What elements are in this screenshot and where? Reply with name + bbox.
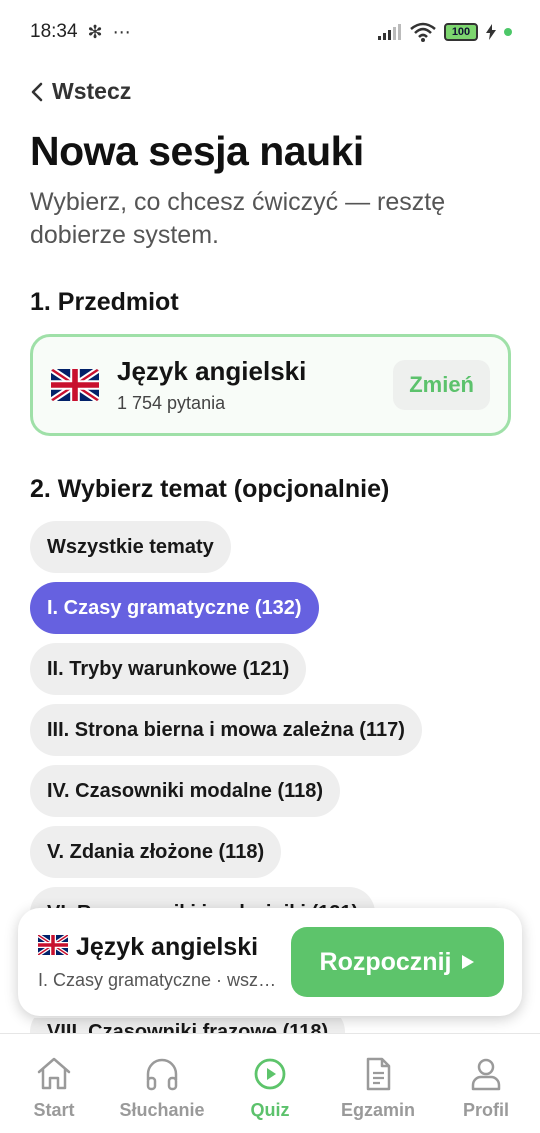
status-right: 100 [378,22,512,42]
person-icon [471,1058,501,1091]
privacy-dot [504,28,512,36]
status-left: 18:34 ✻ ⋯ [30,21,131,43]
play-icon [462,955,475,969]
back-label: Wstecz [52,78,132,104]
topic-section-label: 2. Wybierz temat (opcjonalnie) [30,475,390,503]
nav-item-listening[interactable]: Słuchanie [108,1054,216,1121]
charging-icon [486,24,496,40]
start-session-card: Język angielski I. Czasy gramatyczne · w… [18,908,522,1016]
nav-label-profile: Profil [462,1100,509,1120]
headphones-icon [146,1058,178,1091]
nav-label-quiz: Quiz [250,1100,290,1120]
wifi-icon [410,22,436,42]
start-button[interactable]: Rozpocznij [291,927,504,997]
subject-question-count: 1 754 pytania [117,393,226,413]
nav-item-exam[interactable]: Egzamin [324,1054,432,1121]
start-button-label: Rozpocznij [319,947,452,976]
start-info: Język angielski I. Czasy gramatyczne · w… [36,933,291,991]
subject-name: Język angielski [117,356,307,386]
nav-label-listening: Słuchanie [119,1100,205,1120]
status-time: 18:34 [30,21,78,42]
page-title: Nowa sesja nauki [30,128,364,174]
signal-icon [378,24,401,40]
subject-card[interactable]: Język angielski 1 754 pytania Zmień [30,334,511,436]
document-icon [366,1057,391,1091]
play-circle-icon [254,1058,286,1090]
topic-chip-conditionals[interactable]: II. Tryby warunkowe (121) [30,643,307,695]
more-notifications-icon: ⋯ [112,21,131,42]
start-subject-name: Język angielski [76,933,259,961]
nav-item-profile[interactable]: Profil [432,1054,540,1121]
change-subject-button[interactable]: Zmień [393,360,490,410]
status-bar: 18:34 ✻ ⋯ 100 [0,0,540,64]
subject-info: Język angielski 1 754 pytania [117,356,393,414]
topic-chip-passive[interactable]: III. Strona bierna i mowa zależna (117) [30,704,422,756]
slack-icon: ✻ [87,21,103,42]
nav-item-quiz[interactable]: Quiz [216,1054,324,1121]
nav-label-start: Start [33,1100,75,1120]
page-subtitle: Wybierz, co chcesz ćwiczyć — resztę dobi… [30,188,446,249]
start-title-row: Język angielski [36,933,291,962]
battery-icon: 100 [444,23,478,41]
topic-chip-modals[interactable]: IV. Czasowniki modalne (118) [30,765,341,817]
topic-chip-list: Wszystkie tematy I. Czasy gramatyczne (1… [30,521,520,948]
subject-section-label: 1. Przedmiot [30,288,179,316]
topic-chip-complex-sentences[interactable]: V. Zdania złożone (118) [30,826,282,878]
chevron-left-icon [31,82,43,101]
uk-flag-icon [51,369,99,401]
topic-chip-all[interactable]: Wszystkie tematy [30,521,231,573]
back-button[interactable]: Wstecz [30,78,131,105]
nav-label-exam: Egzamin [340,1100,415,1120]
start-topic-summary: I. Czasy gramatyczne · wszystkie pytania [38,970,278,990]
home-icon [37,1057,71,1090]
bottom-nav: Start Słuchanie Quiz Egzamin Profil [0,1033,540,1133]
uk-flag-small-icon [36,933,70,962]
topic-chip-tenses[interactable]: I. Czasy gramatyczne (132) [30,582,319,634]
nav-item-start[interactable]: Start [0,1054,108,1121]
